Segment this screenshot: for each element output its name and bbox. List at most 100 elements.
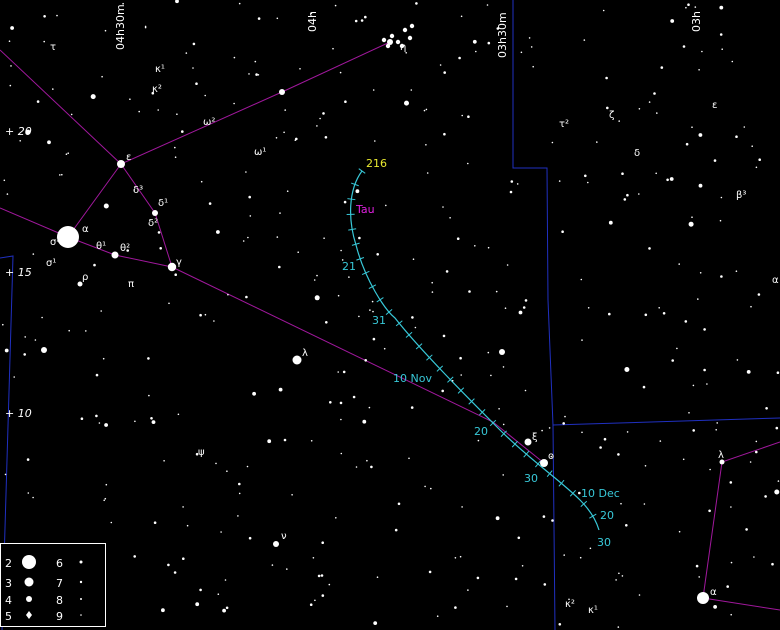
star [252,391,256,396]
star [6,193,9,195]
star-label: ε [126,152,131,163]
star [319,117,321,120]
star [774,489,780,495]
star [476,576,480,580]
star [348,276,350,278]
star [267,439,272,444]
star [374,140,376,142]
star [765,407,768,410]
star [208,202,212,205]
star [708,509,711,513]
star [245,295,248,299]
star [34,339,37,341]
pleiades-star [402,27,408,33]
star [286,568,288,570]
date-label: 31 [372,314,386,327]
star [103,203,109,209]
star [558,623,562,626]
star-label: ν [281,531,287,542]
star [370,465,373,469]
star [579,556,582,559]
star [360,19,364,22]
star [339,401,343,405]
star [273,541,279,547]
star [213,320,215,322]
star [730,561,733,564]
star [691,126,693,128]
star [41,347,47,353]
star [730,613,732,616]
star [615,579,617,581]
star [175,0,179,4]
star [486,4,489,6]
star [521,565,524,567]
star-label: δ¹ [158,198,168,209]
star [669,177,674,181]
star [320,574,324,577]
star [697,298,699,300]
star [133,555,136,558]
star [658,307,660,309]
star [461,506,463,508]
star-label: θ¹ [96,241,106,252]
star [364,15,367,19]
star [542,515,546,518]
star [445,270,449,273]
star [698,576,700,578]
comet-path-tick [589,513,597,519]
lambda-star [292,355,302,365]
star [589,547,592,550]
star [755,440,758,443]
star [475,50,477,53]
star [56,14,58,17]
star [436,615,439,617]
star-label: β³ [736,190,746,201]
star [618,120,620,122]
star [410,406,414,409]
gamma-star [167,262,177,272]
star [660,66,664,69]
star [67,152,69,154]
star [692,429,695,432]
star [222,608,227,613]
star [103,499,105,502]
star [376,576,379,578]
date-label: 10 Nov [393,372,432,385]
star [147,357,150,360]
star-label: ω² [203,117,215,128]
star [24,336,27,338]
star [372,310,374,313]
star [10,65,12,67]
star [312,557,315,559]
star [314,295,320,301]
star [678,263,680,265]
star [456,237,460,240]
star [411,316,414,319]
star [248,536,252,540]
star [238,482,241,486]
star [340,418,342,421]
star [355,466,358,468]
star [373,621,378,625]
star [720,196,723,199]
ra-label: 04h [306,11,319,32]
star [101,75,103,78]
star [276,17,279,20]
star [161,608,165,613]
star [337,371,340,373]
star [498,408,500,410]
star [80,417,84,421]
star [502,474,505,476]
star [524,389,527,392]
star [625,524,628,527]
star [26,458,30,461]
comet-path-tick [358,168,366,174]
star [431,281,434,284]
star [195,602,200,607]
star [129,98,131,100]
star [32,253,35,255]
constellation-name-label: Tau [355,203,375,216]
star [332,47,334,50]
star [366,459,368,462]
star [415,2,418,5]
